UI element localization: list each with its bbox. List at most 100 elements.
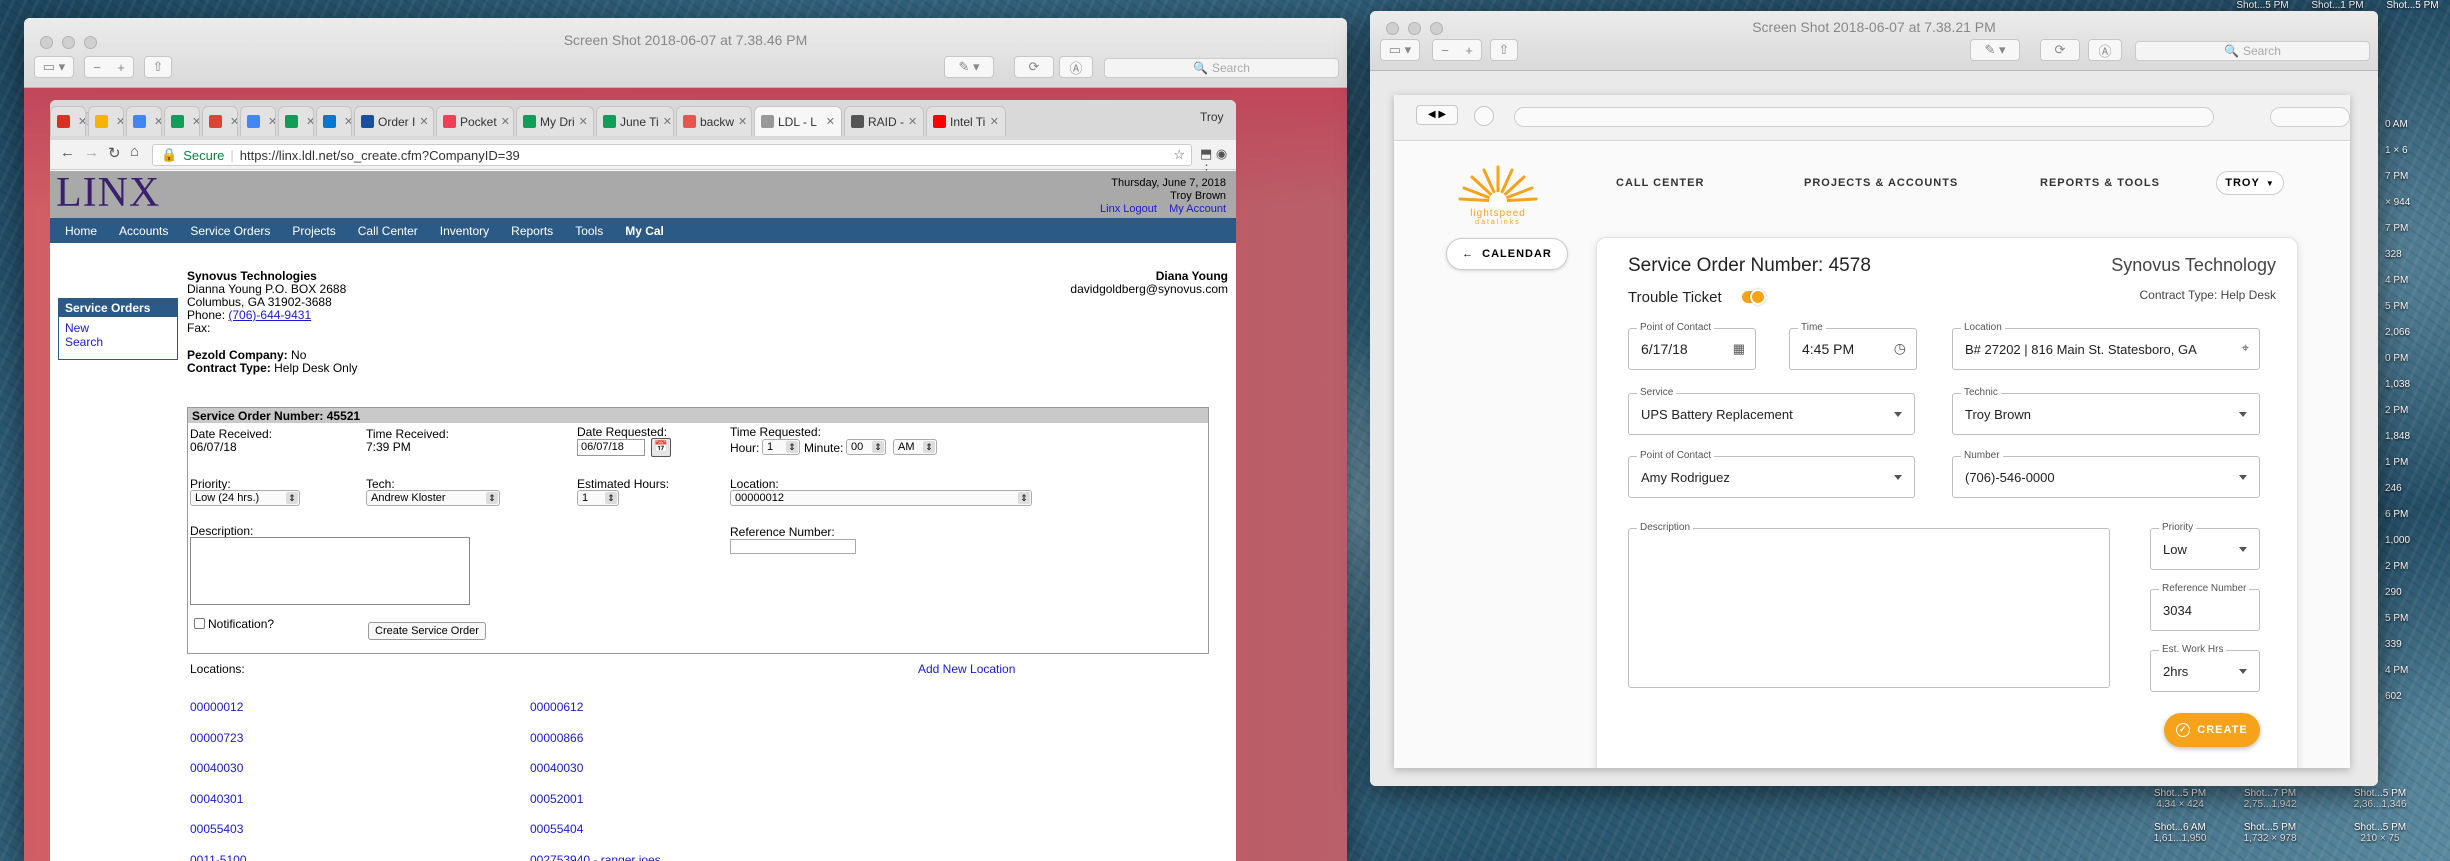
location-link[interactable]: 0011-5100 xyxy=(190,845,247,861)
browser-tab[interactable]: Intel Ti ✕ xyxy=(926,106,1006,136)
location-link[interactable]: 00055404 xyxy=(530,814,661,845)
sidebar-toggle-icon[interactable]: ▭ ▾ xyxy=(34,56,74,78)
back-forward-icons[interactable]: ◀ ▶ xyxy=(1416,105,1458,125)
location-link[interactable]: 00040301 xyxy=(190,784,247,815)
reference-input[interactable] xyxy=(730,539,856,554)
back-icon[interactable]: ← xyxy=(60,144,75,161)
location-link[interactable]: 00000866 xyxy=(530,723,661,754)
location-field[interactable]: Location B# 27202 | 816 Main St. Statesb… xyxy=(1952,322,2260,370)
address-bar[interactable]: 🔒 Secure | https://linx.ldl.net/so_creat… xyxy=(152,144,1192,166)
browser-tab[interactable]: backw ✕ xyxy=(676,106,752,136)
desktop-file[interactable]: Shot...6 AM 1,61...1,950 xyxy=(2140,822,2220,844)
tab-close-icon[interactable]: ✕ xyxy=(579,115,588,128)
create-service-order-button[interactable]: Create Service Order xyxy=(368,622,486,640)
sidebar-link-new[interactable]: New xyxy=(65,321,89,335)
zoom-in-icon[interactable]: + xyxy=(1465,43,1473,58)
markup-icon[interactable]: ✎ ▾ xyxy=(944,56,994,78)
location-select[interactable]: 00000012 xyxy=(730,490,1032,506)
calendar-back-button[interactable]: ← CALENDAR xyxy=(1446,238,1568,270)
tech-select[interactable]: Andrew Kloster xyxy=(366,490,500,506)
nav-item[interactable]: Reports xyxy=(511,224,553,238)
description-textarea[interactable]: Description xyxy=(1628,522,2110,688)
app-extra-field[interactable] xyxy=(2270,107,2350,127)
tab-close-icon[interactable]: ✕ xyxy=(154,115,161,128)
nav-item[interactable]: Projects xyxy=(292,224,335,238)
est-hours-select[interactable]: 1 xyxy=(577,490,619,506)
nav-item[interactable]: Home xyxy=(65,224,97,238)
minute-select[interactable]: 00 xyxy=(846,439,886,455)
desktop-file[interactable]: Shot...5 PM 210 × 75 xyxy=(2340,822,2420,844)
zoom-in-icon[interactable]: + xyxy=(117,60,125,75)
nav-item[interactable]: Inventory xyxy=(440,224,489,238)
desktop-file-label[interactable]: Shot...5 PM xyxy=(2375,0,2450,14)
rotate-icon[interactable]: ⟳ xyxy=(1014,56,1054,78)
search-field[interactable]: 🔍 Search xyxy=(2135,41,2370,61)
sidebar-link-search[interactable]: Search xyxy=(65,335,103,349)
desktop-file[interactable]: Shot...5 PM 2,36...1,346 xyxy=(2340,788,2420,810)
zoom-controls[interactable]: − + xyxy=(1432,39,1482,61)
priority-select[interactable]: Priority Low xyxy=(2150,522,2260,570)
share-icon[interactable]: ⇧ xyxy=(144,56,172,78)
tab-close-icon[interactable]: ✕ xyxy=(116,115,123,128)
home-icon[interactable]: ⌂ xyxy=(130,143,139,160)
nav-item[interactable]: Call Center xyxy=(358,224,418,238)
zoom-out-icon[interactable]: − xyxy=(93,60,101,75)
desktop-file[interactable]: Shot...7 PM 2,75...1,942 xyxy=(2230,788,2310,810)
nav-call-center[interactable]: CALL CENTER xyxy=(1616,177,1704,189)
reload-icon[interactable] xyxy=(1474,106,1494,126)
tab-close-icon[interactable]: ✕ xyxy=(908,115,917,128)
number-select[interactable]: Number (706)-546-0000 xyxy=(1952,450,2260,498)
browser-tab[interactable]: ✕ xyxy=(240,106,276,136)
browser-tab[interactable]: Order I ✕ xyxy=(354,106,434,136)
tab-close-icon[interactable]: ✕ xyxy=(230,115,237,128)
nav-item[interactable]: My Cal xyxy=(625,224,664,238)
zoom-out-icon[interactable]: − xyxy=(1441,43,1449,58)
desktop-file[interactable]: Shot...5 PM 1,732 × 978 xyxy=(2230,822,2310,844)
browser-tab[interactable]: ✕ xyxy=(164,106,200,136)
browser-tab[interactable]: LDL - L ✕ xyxy=(754,106,842,136)
reference-input[interactable]: Reference Number 3034 xyxy=(2150,583,2260,631)
reload-icon[interactable]: ↻ xyxy=(108,144,121,162)
browser-tab[interactable]: ✕ xyxy=(50,106,86,136)
location-link[interactable]: 00000723 xyxy=(190,723,247,754)
tab-close-icon[interactable]: ✕ xyxy=(990,115,999,128)
browser-tab[interactable]: RAID - ✕ xyxy=(844,106,924,136)
user-menu[interactable]: TROY ▼ xyxy=(2216,171,2284,195)
location-link[interactable]: 002753940 - ranger joes xyxy=(530,845,661,861)
browser-tab[interactable]: ✕ xyxy=(126,106,162,136)
app-address-bar[interactable] xyxy=(1514,107,2214,127)
priority-select[interactable]: Low (24 hrs.) xyxy=(190,490,300,506)
calendar-icon[interactable]: 📅 xyxy=(651,438,671,457)
technic-select[interactable]: Technic Troy Brown xyxy=(1952,387,2260,435)
add-new-location-link[interactable]: Add New Location xyxy=(918,662,1015,676)
nav-reports-tools[interactable]: REPORTS & TOOLS xyxy=(2040,177,2160,189)
bookmark-star-icon[interactable]: ☆ xyxy=(1173,147,1185,163)
tab-close-icon[interactable]: ✕ xyxy=(663,115,672,128)
location-link[interactable]: 00055403 xyxy=(190,814,247,845)
my-account-link[interactable]: My Account xyxy=(1169,203,1226,215)
time-field[interactable]: Time 4:45 PM ◷ xyxy=(1789,322,1917,370)
browser-tab[interactable]: ✕ xyxy=(278,106,314,136)
location-link[interactable]: 00000612 xyxy=(530,692,661,723)
browser-tab[interactable]: June Ti ✕ xyxy=(596,106,674,136)
tab-close-icon[interactable]: ✕ xyxy=(419,115,428,128)
location-link[interactable]: 00000012 xyxy=(190,692,247,723)
tab-close-icon[interactable]: ✕ xyxy=(268,115,275,128)
annotate-icon[interactable]: Ⓐ xyxy=(1059,56,1093,78)
browser-tab[interactable]: Pocket ✕ xyxy=(436,106,514,136)
browser-tab[interactable]: ✕ xyxy=(316,106,352,136)
browser-tab[interactable]: ✕ xyxy=(202,106,238,136)
nav-item[interactable]: Service Orders xyxy=(190,224,270,238)
location-link[interactable]: 00052001 xyxy=(530,784,661,815)
search-field[interactable]: 🔍 Search xyxy=(1104,58,1339,78)
browser-tab[interactable]: My Dri ✕ xyxy=(516,106,594,136)
est-hours-select[interactable]: Est. Work Hrs 2hrs xyxy=(2150,644,2260,692)
tab-close-icon[interactable]: ✕ xyxy=(192,115,199,128)
rotate-icon[interactable]: ⟳ xyxy=(2040,39,2080,61)
date-requested-input[interactable]: 06/07/18 xyxy=(577,439,645,456)
tab-close-icon[interactable]: ✕ xyxy=(738,115,747,128)
nav-projects-accounts[interactable]: PROJECTS & ACCOUNTS xyxy=(1804,177,1958,189)
browser-tab[interactable]: ✕ xyxy=(88,106,124,136)
tab-close-icon[interactable]: ✕ xyxy=(344,115,351,128)
nav-item[interactable]: Tools xyxy=(575,224,603,238)
